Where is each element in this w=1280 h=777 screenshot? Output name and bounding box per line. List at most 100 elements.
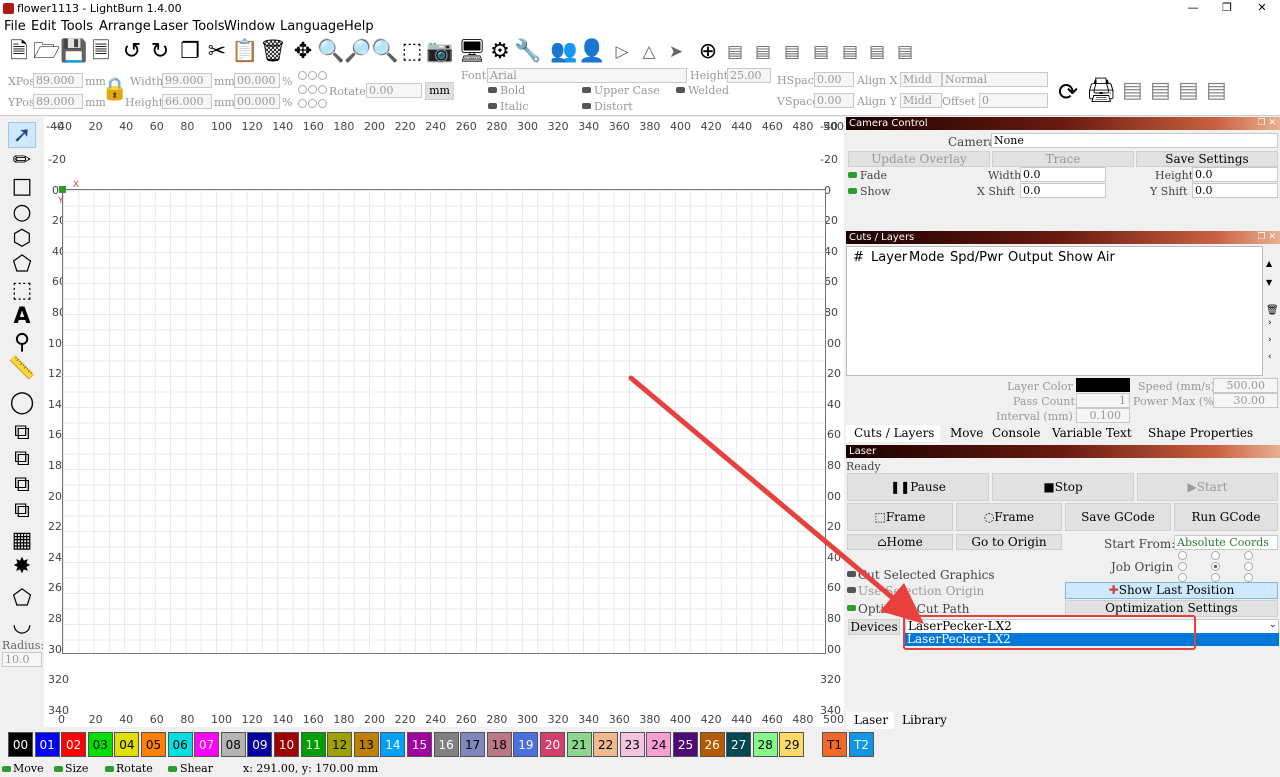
job-origin-radio-tl[interactable] [1178,551,1187,560]
align-centers-icon[interactable]: ▤ [1122,78,1143,103]
tab-move[interactable]: Move [950,426,983,440]
ellipse-tool-icon[interactable]: ○ [8,200,36,226]
anchor-radio-mm[interactable] [308,85,317,94]
anchor-radio-tr[interactable] [318,71,327,80]
layer-next-icon[interactable]: › [1268,335,1272,345]
job-origin-radio-mm[interactable] [1211,562,1220,571]
start-from-select[interactable]: Absolute Coords [1174,535,1278,550]
job-origin-radio-br[interactable] [1244,573,1253,582]
optimize-cut-path-checkbox[interactable] [847,605,856,611]
align-top-icon[interactable]: ▤ [808,38,834,66]
units-toggle-button[interactable]: mm [425,82,454,100]
ypos-field[interactable]: 89.000 [33,94,83,109]
align-edges-icon[interactable]: ▤ [1150,78,1171,103]
color-swatch-02[interactable]: 02 [61,732,87,757]
move-icon[interactable]: ✥ [290,38,316,66]
frame-tool-icon[interactable]: ⬚ [8,278,36,304]
align-top-edges-icon[interactable]: ▤ [1178,78,1199,103]
color-swatch-13[interactable]: 13 [353,732,379,757]
cut-icon[interactable]: ✂ [204,38,230,66]
menu-file[interactable]: File [4,19,26,34]
color-swatch-19[interactable]: 19 [513,732,539,757]
work-area-grid[interactable] [62,189,826,654]
tab-laser[interactable]: Laser [846,712,894,729]
undo-icon[interactable]: ↺ [119,38,145,66]
color-swatch-25[interactable]: 25 [673,732,698,757]
color-swatch-14[interactable]: 14 [380,732,406,757]
show-last-position-button[interactable]: ✚Show Last Position [1065,582,1278,599]
anchor-radio-ml[interactable] [298,85,307,94]
rotate-checkbox[interactable] [105,766,114,772]
anchor-radio-tm[interactable] [308,71,317,80]
size-checkbox[interactable] [54,766,63,772]
show-checkbox[interactable] [848,188,857,194]
measure-tool-icon[interactable]: 📏 [8,356,36,382]
fillet-tool-icon[interactable]: ◡ [8,612,36,638]
rotate-field[interactable]: 0.00 [366,83,422,98]
width-field[interactable]: 99.000 [162,73,212,88]
color-swatch-06[interactable]: 06 [167,732,193,757]
color-swatch-10[interactable]: 10 [274,732,299,757]
menu-window[interactable]: Window [224,19,275,34]
layer-expand-icon[interactable]: › [1268,318,1272,328]
anchor-radio-bm[interactable] [308,99,317,108]
print-icon[interactable]: 🖨 [1086,76,1116,104]
minimize-button[interactable]: — [1184,1,1202,14]
edit-nodes-icon[interactable]: ✏ [8,148,36,174]
color-swatch-24[interactable]: 24 [646,732,672,757]
devices-button[interactable]: Devices [848,619,900,635]
height-percent-field[interactable]: 00.000 [234,94,280,109]
zoom-selection-icon[interactable]: ⬚ [399,38,425,66]
pass-count-field[interactable]: 1 [1076,393,1130,408]
users-icon[interactable]: 👥 [550,38,577,66]
color-swatch-t1[interactable]: T1 [822,732,847,757]
anchor-radio-br[interactable] [318,99,327,108]
font-select[interactable]: Arial [487,68,687,83]
move-checkbox[interactable] [2,766,11,772]
copy-icon[interactable]: ❐ [177,38,203,66]
update-overlay-button[interactable]: Update Overlay [848,151,990,167]
mirror-icon[interactable]: △ [636,38,662,66]
align-bottom-edges-icon[interactable]: ▤ [1206,78,1227,103]
job-origin-radio-bl[interactable] [1178,573,1187,582]
color-swatch-12[interactable]: 12 [327,732,353,757]
tab-variable-text[interactable]: Variable Text [1052,426,1132,440]
align-x-select[interactable]: Midd [900,72,942,87]
camera-width-field[interactable]: 0.0 [1020,167,1106,182]
menu-language[interactable]: Language [280,19,344,34]
pause-button[interactable]: ❚❚Pause [847,473,989,501]
color-swatch-17[interactable]: 17 [460,732,486,757]
new-file-icon[interactable]: 🗎 [6,38,32,66]
dock-float-close-icon[interactable]: ❐ ✕ [1258,117,1276,130]
y-shift-field[interactable]: 0.0 [1192,183,1278,198]
line-tool-icon[interactable]: ⬠ [8,252,36,278]
color-swatch-t2[interactable]: T2 [849,732,874,757]
monitor-icon[interactable]: 🖥 [458,38,486,66]
x-shift-field[interactable]: 0.0 [1020,183,1106,198]
distribute-h-icon[interactable]: ▤ [864,38,890,66]
machine-settings-icon[interactable]: 🔧 [514,38,541,66]
distribute-v-icon[interactable]: ▤ [892,38,918,66]
zoom-fit-icon[interactable]: 🔍 [317,38,344,66]
send-icon[interactable]: ➤ [663,38,689,66]
rotary-icon[interactable]: ⟳ [1058,78,1078,106]
select-tool-icon[interactable]: ➚ [8,122,36,148]
menu-arrange[interactable]: Arrange [99,19,151,34]
color-swatch-28[interactable]: 28 [752,732,778,757]
position-laser-icon[interactable]: ⚲ [8,330,36,356]
close-button[interactable]: ✕ [1253,1,1271,14]
color-swatch-29[interactable]: 29 [779,732,805,757]
camera-select[interactable]: None [991,133,1278,148]
zoom-out-icon[interactable]: 🔍 [371,38,398,66]
power-max-field[interactable]: 30.00 [1213,393,1278,408]
align-y-select[interactable]: Midd [900,93,942,108]
color-swatch-09[interactable]: 09 [247,732,273,757]
save-icon[interactable]: 💾 [60,38,87,66]
paste-icon[interactable]: 📋 [231,38,258,66]
vspace-field[interactable]: 0.00 [814,93,854,108]
go-to-origin-button[interactable]: Go to Origin [956,534,1062,550]
align-center-icon[interactable]: ▤ [750,38,776,66]
camera-icon[interactable]: 📷 [426,38,453,66]
settings-icon[interactable]: ⚙ [487,38,513,66]
color-swatch-22[interactable]: 22 [593,732,619,757]
